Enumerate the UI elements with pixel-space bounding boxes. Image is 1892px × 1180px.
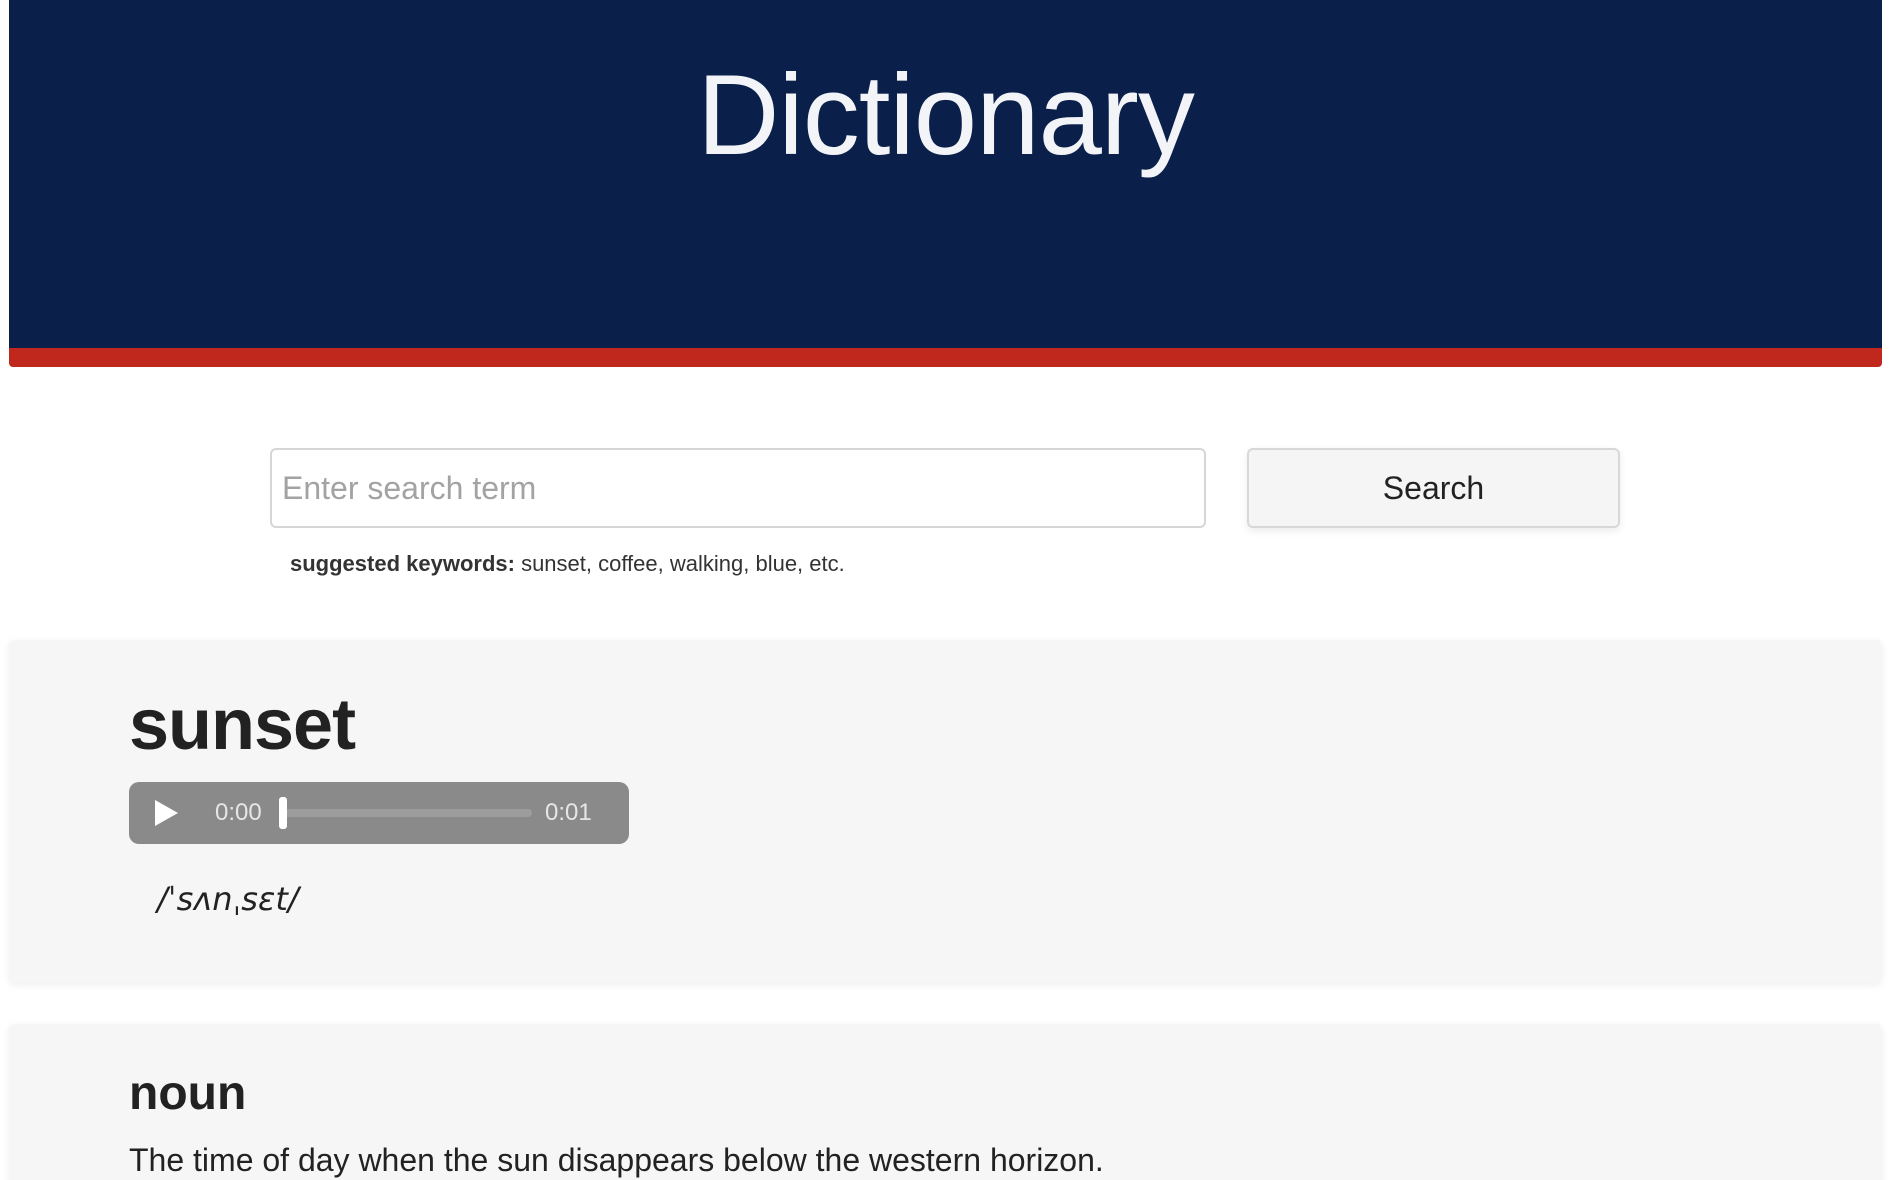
word-card: sunset 0:00 0:01 /ˈsʌnˌsɛt/	[9, 640, 1882, 983]
definition-text: The time of day when the sun disappears …	[129, 1142, 1104, 1178]
suggested-keywords-list: sunset, coffee, walking, blue, etc.	[514, 551, 845, 576]
audio-seek-bar[interactable]	[279, 797, 532, 829]
word-title: sunset	[129, 685, 356, 765]
page-title: Dictionary	[697, 52, 1195, 179]
audio-current-time: 0:00	[215, 799, 262, 826]
play-icon[interactable]	[155, 800, 178, 826]
site-header: Dictionary	[9, 0, 1882, 348]
part-of-speech: noun	[129, 1067, 247, 1120]
suggested-keywords: suggested keywords: sunset, coffee, walk…	[290, 551, 845, 577]
search-input[interactable]	[270, 448, 1206, 528]
header-accent-stripe	[9, 348, 1882, 367]
meaning-card: noun The time of day when the sun disapp…	[9, 1024, 1882, 1180]
audio-seek-handle[interactable]	[279, 797, 287, 829]
dictionary-page: Dictionary Search suggested keywords: su…	[0, 0, 1892, 1180]
pronunciation-audio-player[interactable]: 0:00 0:01	[129, 782, 629, 844]
audio-total-time: 0:01	[545, 799, 592, 826]
search-button[interactable]: Search	[1247, 448, 1620, 528]
suggested-keywords-label: suggested keywords:	[290, 551, 515, 576]
phonetic-transcription: /ˈsʌnˌsɛt/	[157, 880, 299, 918]
